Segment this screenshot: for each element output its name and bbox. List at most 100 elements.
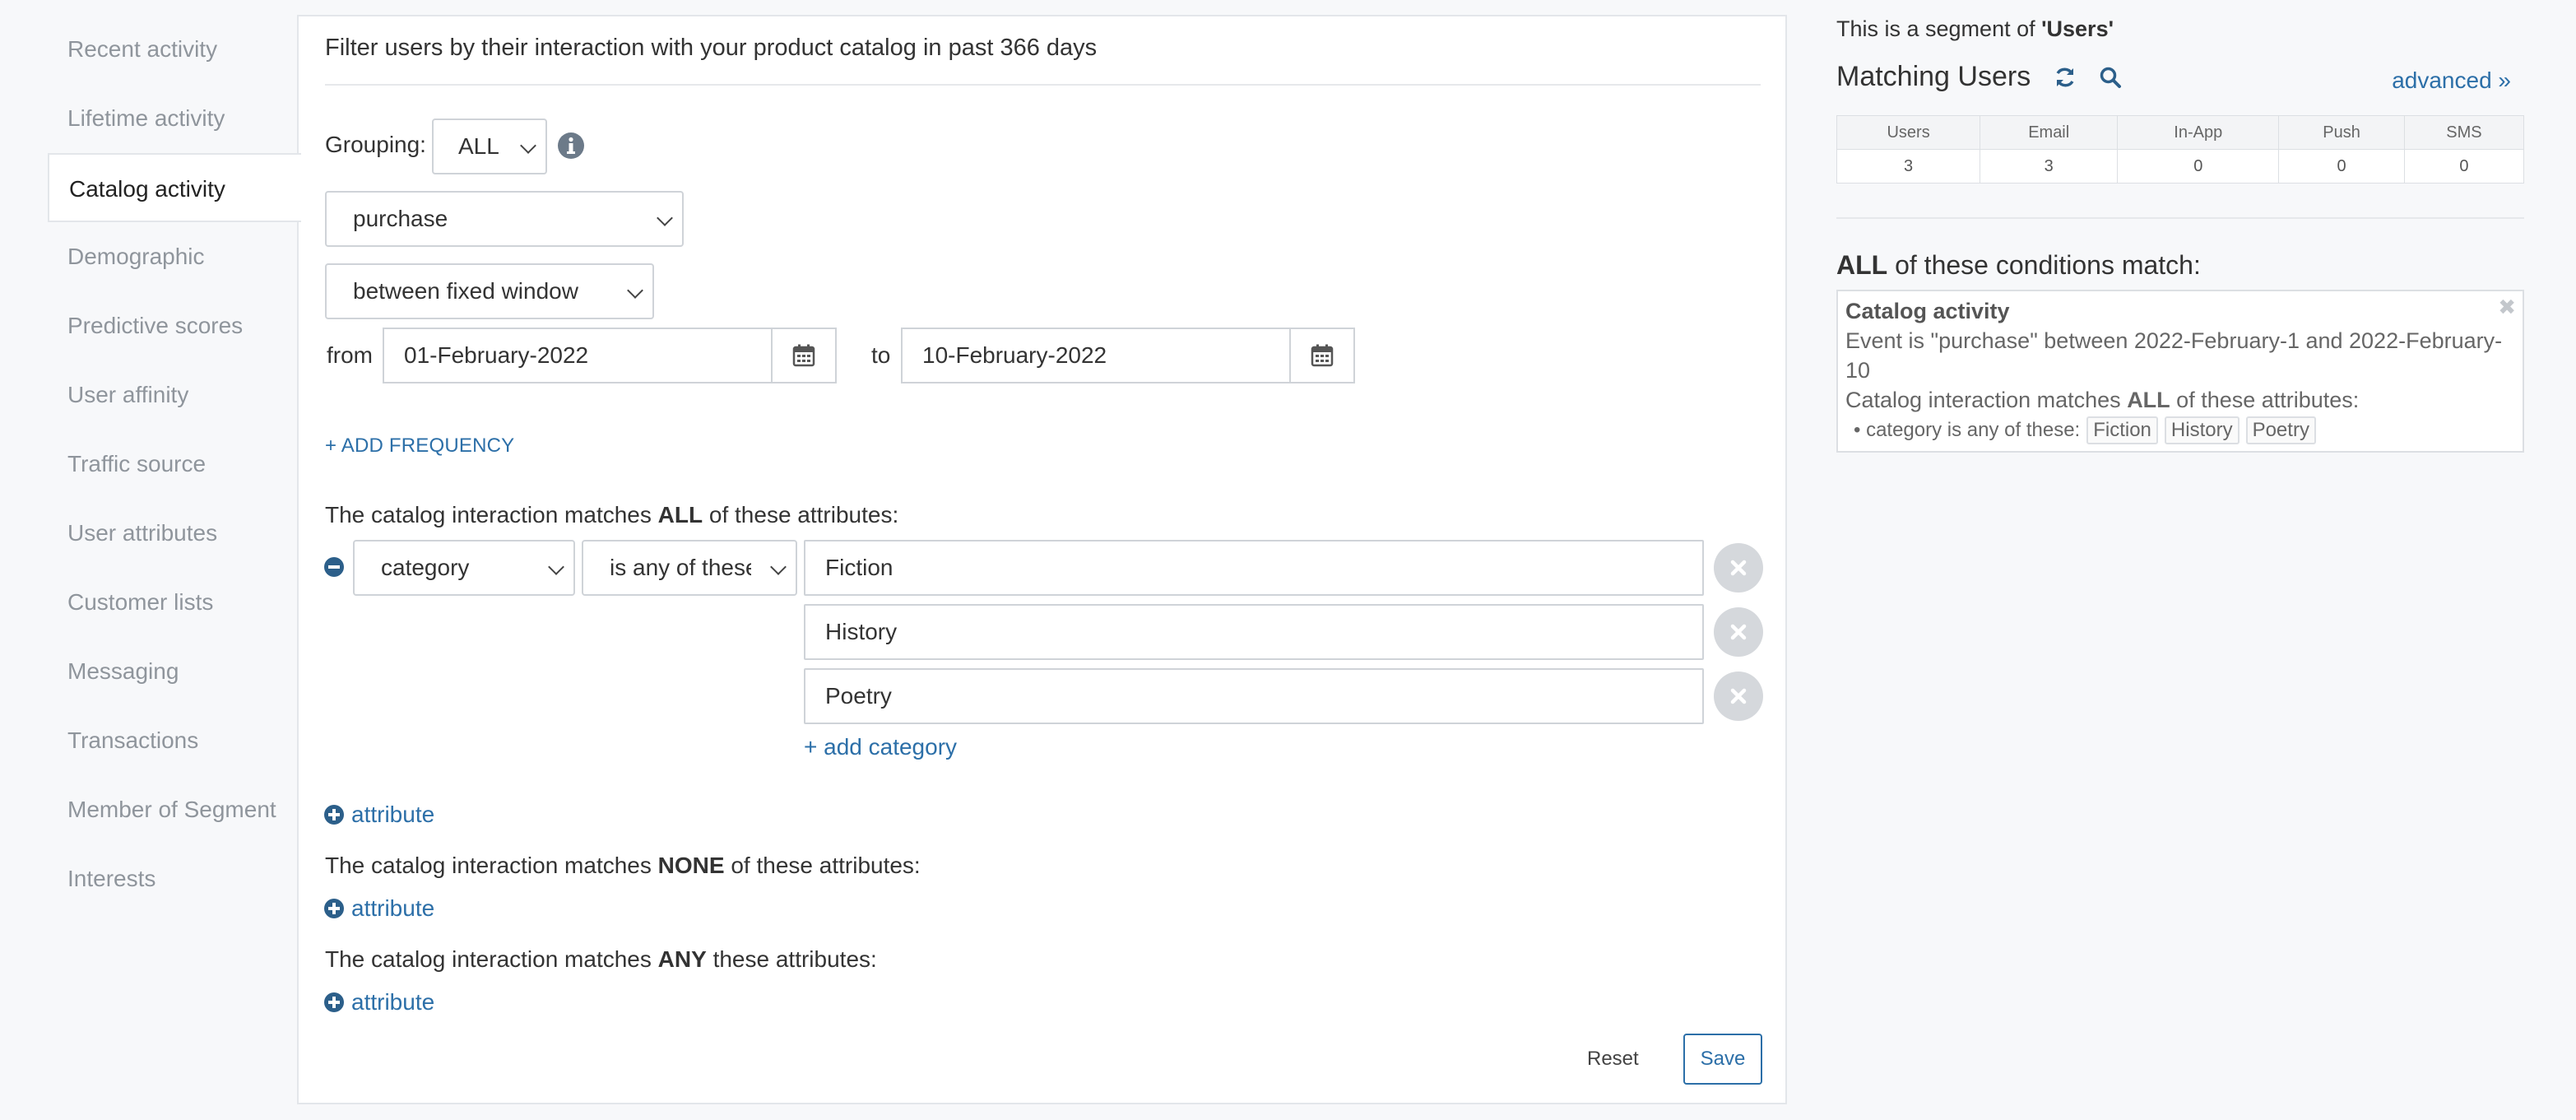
add-attribute-label: attribute xyxy=(351,895,435,921)
attribute-select[interactable]: category xyxy=(353,540,575,596)
table-row: 3 3 0 0 0 xyxy=(1836,149,2525,184)
sidebar-item-traffic-source[interactable]: Traffic source xyxy=(48,430,299,499)
time-window-select[interactable]: between fixed window xyxy=(325,263,654,319)
push-count: 0 xyxy=(2278,149,2405,184)
segment-name: 'Users' xyxy=(2041,16,2114,41)
users-count: 3 xyxy=(1836,149,1981,184)
sidebar-item-demographic[interactable]: Demographic xyxy=(48,222,299,291)
chevron-down-icon xyxy=(548,559,564,575)
advanced-link[interactable]: advanced » xyxy=(2392,67,2511,94)
sms-count: 0 xyxy=(2403,149,2525,184)
condition-match-suffix: of these attributes: xyxy=(2170,388,2360,412)
calendar-icon xyxy=(792,344,815,367)
condition-event-line: Event is "purchase" between 2022-Februar… xyxy=(1845,328,2503,383)
add-attribute-any-link[interactable]: attribute xyxy=(323,989,434,1015)
column-header: In-App xyxy=(2117,115,2280,150)
from-label: from xyxy=(327,342,373,368)
category-tag: History xyxy=(2164,416,2239,444)
in-app-count: 0 xyxy=(2117,149,2280,184)
category-value-input[interactable]: History xyxy=(804,604,1704,660)
close-icon[interactable]: ✖ xyxy=(2498,295,2516,320)
sidebar-item-transactions[interactable]: Transactions xyxy=(48,706,299,775)
sidebar-item-recent-activity[interactable]: Recent activity xyxy=(48,15,299,84)
to-label: to xyxy=(871,342,891,368)
add-category-link[interactable]: + add category xyxy=(804,734,957,760)
attribute-select-value: category xyxy=(381,555,470,580)
grouping-select-value: ALL xyxy=(458,133,499,159)
category-value-input[interactable]: Fiction xyxy=(804,540,1704,596)
sidebar-item-interests[interactable]: Interests xyxy=(48,844,299,913)
operator-select[interactable]: is any of these xyxy=(582,540,797,596)
sidebar-item-catalog-activity[interactable]: Catalog activity xyxy=(48,153,301,222)
matching-users-title: Matching Users xyxy=(1836,61,2122,93)
add-attribute-all-link[interactable]: attribute xyxy=(323,802,434,828)
plus-circle-icon xyxy=(324,992,344,1012)
from-date-input[interactable]: 01-February-2022 xyxy=(383,328,773,383)
category-value-input[interactable]: Poetry xyxy=(804,668,1704,724)
add-attribute-none-link[interactable]: attribute xyxy=(323,895,434,922)
plus-circle-icon xyxy=(324,805,344,825)
sidebar-item-customer-lists[interactable]: Customer lists xyxy=(48,568,299,637)
none-heading-suffix: of these attributes: xyxy=(724,853,921,878)
any-heading-suffix: these attributes: xyxy=(706,946,877,972)
info-icon[interactable] xyxy=(557,132,585,160)
save-button[interactable]: Save xyxy=(1683,1034,1762,1085)
condition-attribute-text: • category is any of these: xyxy=(1854,419,2081,441)
to-date-input[interactable]: 10-February-2022 xyxy=(901,328,1291,383)
sidebar-item-user-affinity[interactable]: User affinity xyxy=(48,360,299,430)
sidebar-item-predictive-scores[interactable]: Predictive scores xyxy=(48,291,299,360)
condition-attribute-line: • category is any of these: Fiction Hist… xyxy=(1845,415,2515,446)
calendar-icon xyxy=(1311,344,1334,367)
remove-value-button[interactable] xyxy=(1714,543,1763,593)
chevron-down-icon xyxy=(520,137,536,154)
none-heading-keyword: NONE xyxy=(657,853,725,878)
add-frequency-link[interactable]: + ADD FREQUENCY xyxy=(325,435,514,458)
sidebar-item-member-of-segment[interactable]: Member of Segment xyxy=(48,775,299,844)
remove-value-button[interactable] xyxy=(1714,607,1763,657)
operator-select-value: is any of these xyxy=(610,555,751,580)
category-tag: Poetry xyxy=(2245,416,2316,444)
divider xyxy=(1836,217,2524,219)
from-calendar-button[interactable] xyxy=(773,328,837,383)
none-heading-prefix: The catalog interaction matches xyxy=(325,853,658,878)
any-heading-prefix: The catalog interaction matches xyxy=(325,946,658,972)
category-tag: Fiction xyxy=(2086,416,2158,444)
grouping-select[interactable]: ALL xyxy=(432,119,547,174)
refresh-icon[interactable] xyxy=(2054,66,2077,89)
condition-match-keyword: ALL xyxy=(2127,388,2170,412)
all-heading-keyword: ALL xyxy=(657,502,703,527)
remove-value-button[interactable] xyxy=(1714,672,1763,721)
close-icon xyxy=(1730,688,1747,704)
divider xyxy=(325,84,1761,86)
close-icon xyxy=(1730,560,1747,576)
table-header-row: Users Email In-App Push SMS xyxy=(1836,115,2525,150)
column-header: Push xyxy=(2278,115,2405,150)
column-header: Email xyxy=(1980,115,2119,150)
segment-prefix: This is a segment of xyxy=(1836,16,2042,41)
sidebar-item-user-attributes[interactable]: User attributes xyxy=(48,499,299,568)
conditions-suffix: of these conditions match: xyxy=(1887,250,2201,280)
event-select[interactable]: purchase xyxy=(325,191,684,247)
none-attributes-heading: The catalog interaction matches NONE of … xyxy=(325,853,921,879)
add-attribute-label: attribute xyxy=(351,989,435,1015)
all-attributes-heading: The catalog interaction matches ALL of t… xyxy=(325,502,898,528)
sidebar: Recent activity Lifetime activity Catalo… xyxy=(48,15,301,913)
any-heading-keyword: ANY xyxy=(657,946,707,972)
column-header: SMS xyxy=(2403,115,2525,150)
sidebar-item-lifetime-activity[interactable]: Lifetime activity xyxy=(48,84,299,153)
filter-panel: Filter users by their interaction with y… xyxy=(297,15,1787,1104)
sidebar-item-messaging[interactable]: Messaging xyxy=(48,637,299,706)
reset-button[interactable]: Reset xyxy=(1574,1034,1652,1085)
grouping-label: Grouping: xyxy=(325,132,426,157)
condition-heading: Catalog activity xyxy=(1845,299,2010,323)
search-icon[interactable] xyxy=(2099,66,2122,89)
email-count: 3 xyxy=(1980,149,2119,184)
conditions-keyword: ALL xyxy=(1836,250,1888,280)
segment-description: This is a segment of 'Users' xyxy=(1836,16,2114,42)
event-select-value: purchase xyxy=(353,206,448,231)
to-calendar-button[interactable] xyxy=(1291,328,1355,383)
time-window-select-value: between fixed window xyxy=(353,278,578,304)
remove-attribute-icon[interactable] xyxy=(323,556,345,578)
chevron-down-icon xyxy=(627,282,643,299)
conditions-title: ALL of these conditions match: xyxy=(1836,250,2201,281)
